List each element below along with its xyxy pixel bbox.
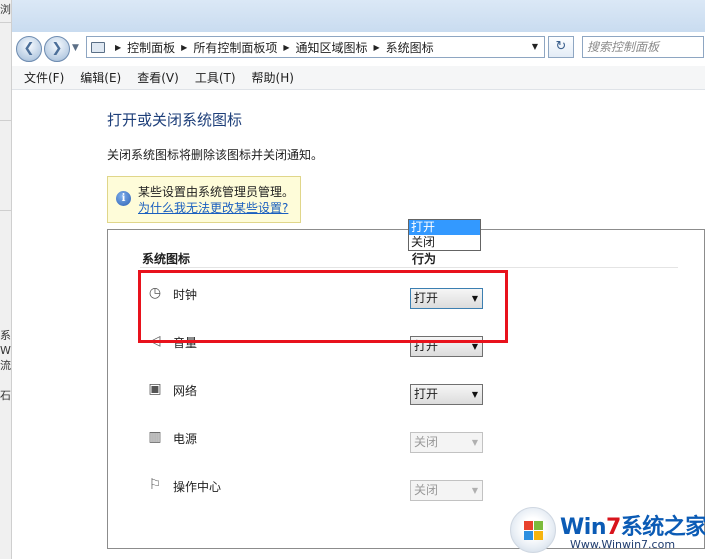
admin-notice-text: 某些设置由系统管理员管理。	[138, 185, 295, 199]
menu-bar: 文件(F) 编辑(E) 查看(V) 工具(T) 帮助(H)	[12, 66, 705, 90]
page-title: 打开或关闭系统图标	[107, 111, 243, 129]
search-input[interactable]: 搜索控制面板	[582, 36, 704, 58]
page-description: 关闭系统图标将删除该图标并关闭通知。	[107, 148, 324, 162]
select-value: 打开	[414, 291, 439, 305]
menu-help[interactable]: 帮助(H)	[252, 69, 294, 86]
computer-icon	[91, 41, 105, 53]
forward-arrow-icon: ❯	[51, 41, 63, 56]
menu-view[interactable]: 查看(V)	[137, 69, 179, 86]
column-header-icon: 系统图标	[142, 252, 191, 266]
row-label: 电源	[173, 432, 198, 446]
main-content: 打开或关闭系统图标 关闭系统图标将删除该图标并关闭通知。 i 某些设置由系统管理…	[12, 91, 705, 559]
dropdown-option-off[interactable]: 关闭	[409, 235, 480, 250]
select-value: 打开	[414, 387, 439, 401]
background-window-text: 石	[0, 389, 11, 402]
forward-button[interactable]: ❯	[44, 36, 70, 62]
behavior-dropdown-list: 打开 关闭	[408, 219, 481, 251]
admin-notice: i 某些设置由系统管理员管理。 为什么我无法更改某些设置?	[107, 176, 301, 223]
admin-notice-link[interactable]: 为什么我无法更改某些设置?	[138, 200, 300, 216]
row-label: 操作中心	[173, 480, 222, 494]
power-icon: ▥	[148, 429, 162, 445]
watermark-brand: Win7系统之家	[560, 515, 705, 540]
chevron-down-icon: ▼	[471, 294, 478, 303]
title-bar	[12, 0, 705, 32]
breadcrumb-separator-icon[interactable]: ▶	[374, 43, 380, 52]
select-value: 关闭	[414, 435, 439, 449]
select-value: 关闭	[414, 483, 439, 497]
select-value: 打开	[414, 339, 439, 353]
recent-pages-dropdown-icon[interactable]: ▼	[72, 43, 79, 53]
refresh-icon: ↻	[555, 39, 567, 54]
refresh-button[interactable]: ↻	[548, 36, 574, 58]
watermark-url: Www.Winwin7.com	[570, 538, 676, 551]
address-dropdown-icon[interactable]: ▼	[532, 42, 538, 51]
chevron-down-icon: ▼	[471, 486, 478, 495]
back-arrow-icon: ❮	[23, 41, 35, 56]
power-behavior-select: 关闭 ▼	[410, 432, 483, 453]
breadcrumb-control-panel[interactable]: 控制面板	[127, 39, 175, 56]
volume-behavior-select[interactable]: 打开 ▼	[410, 336, 483, 357]
menu-tools[interactable]: 工具(T)	[195, 69, 236, 86]
breadcrumb-separator-icon[interactable]: ▶	[181, 43, 187, 52]
row-label: 音量	[173, 336, 198, 350]
network-behavior-select[interactable]: 打开 ▼	[410, 384, 483, 405]
background-window-text: 流	[0, 359, 11, 372]
background-window-strip: 浏 系 W 流 石	[0, 0, 12, 559]
chevron-down-icon: ▼	[471, 438, 478, 447]
clock-icon: ◷	[148, 285, 162, 301]
windows-logo-icon	[510, 507, 556, 553]
breadcrumb-all-items[interactable]: 所有控制面板项	[193, 39, 277, 56]
info-icon: i	[116, 191, 131, 206]
chevron-down-icon: ▼	[471, 390, 478, 399]
clock-behavior-select[interactable]: 打开 ▼	[410, 288, 483, 309]
network-icon: ▣	[148, 381, 162, 397]
action-center-icon: ⚐	[148, 477, 162, 493]
system-icons-panel: 系统图标 行为 ◷ 时钟 打开 ▼ ◁ 音量 打开 ▼ ▣ 网络 打开 ▼ ▥ …	[107, 229, 705, 549]
menu-edit[interactable]: 编辑(E)	[80, 69, 121, 86]
breadcrumb-separator-icon[interactable]: ▶	[283, 43, 289, 52]
background-window-text: 系	[0, 329, 11, 342]
breadcrumb-separator-icon[interactable]: ▶	[115, 43, 121, 52]
dropdown-option-on[interactable]: 打开	[409, 220, 480, 235]
header-divider	[140, 267, 678, 268]
back-button[interactable]: ❮	[16, 36, 42, 62]
menu-file[interactable]: 文件(F)	[24, 69, 64, 86]
chevron-down-icon: ▼	[471, 342, 478, 351]
row-label: 网络	[173, 384, 198, 398]
control-panel-window: ❮ ❯ ▼ ▶ 控制面板 ▶ 所有控制面板项 ▶ 通知区域图标 ▶ 系统图标 ▼…	[12, 0, 705, 559]
background-window-text: 浏	[0, 3, 11, 16]
background-window-text: W	[0, 344, 11, 357]
volume-icon: ◁	[149, 333, 161, 349]
row-label: 时钟	[173, 288, 198, 302]
address-bar[interactable]: ▶ 控制面板 ▶ 所有控制面板项 ▶ 通知区域图标 ▶ 系统图标 ▼	[86, 36, 545, 58]
watermark: Win7系统之家 Www.Winwin7.com	[508, 505, 705, 559]
column-header-behavior: 行为	[412, 252, 437, 266]
breadcrumb-notification-area[interactable]: 通知区域图标	[296, 39, 368, 56]
breadcrumb-system-icons[interactable]: 系统图标	[386, 39, 434, 56]
action-center-behavior-select: 关闭 ▼	[410, 480, 483, 501]
